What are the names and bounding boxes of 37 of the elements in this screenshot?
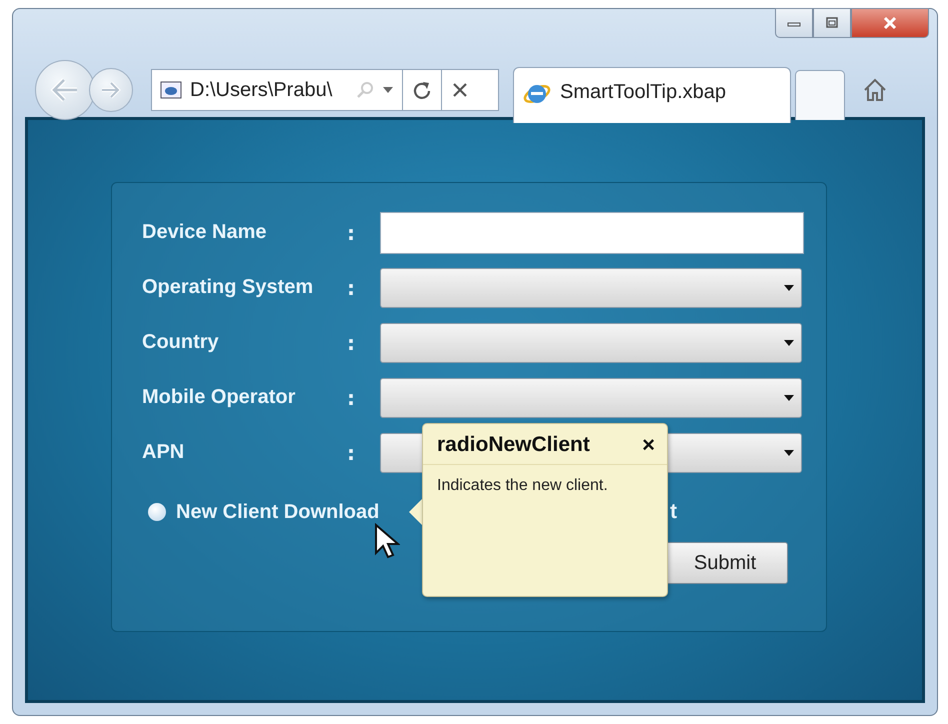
- colon: :: [347, 220, 356, 244]
- colon: :: [347, 386, 356, 410]
- page-icon: [160, 81, 182, 99]
- maximize-button[interactable]: [813, 8, 851, 38]
- dropdown-arrow-icon: [783, 394, 795, 402]
- colon: :: [347, 440, 356, 464]
- radio-option[interactable]: New Client Download: [148, 500, 670, 524]
- field-label: Country: [142, 331, 220, 354]
- address-bar[interactable]: D:\Users\Prabu\: [151, 69, 499, 111]
- field-label: Device Name: [142, 221, 268, 244]
- dropdown[interactable]: [380, 268, 802, 308]
- minimize-button[interactable]: [775, 8, 813, 38]
- input-field[interactable]: [380, 212, 804, 254]
- arrow-right-icon: [99, 80, 123, 100]
- dropdown-arrow-icon: [783, 448, 795, 456]
- colon: :: [347, 276, 356, 300]
- colon: :: [347, 330, 356, 354]
- maximize-icon: [824, 16, 840, 30]
- new-tab-button[interactable]: [795, 70, 845, 120]
- tooltip-text: Indicates the new client.: [436, 476, 609, 496]
- dropdown-arrow-icon: [783, 284, 795, 292]
- refresh-icon[interactable]: [411, 79, 433, 101]
- option-label: t: [670, 500, 677, 524]
- dropdown-arrow-icon: [783, 338, 795, 346]
- dropdown-arrow-icon[interactable]: [382, 86, 394, 94]
- dropdown[interactable]: [380, 378, 802, 418]
- browser-tab[interactable]: SmartToolTip.xbap: [513, 67, 791, 123]
- mouse-pointer-icon: [374, 523, 400, 559]
- close-button[interactable]: [851, 8, 929, 38]
- address-text: D:\Users\Prabu\: [190, 78, 334, 102]
- tooltip-title: radioNewClient: [437, 433, 590, 457]
- field-label: Operating System: [142, 276, 314, 299]
- field-label: Mobile Operator: [142, 386, 296, 409]
- close-button[interactable]: ×: [638, 432, 659, 458]
- field-label: APN: [142, 441, 186, 464]
- close-icon: [882, 16, 898, 30]
- dropdown[interactable]: [380, 322, 802, 362]
